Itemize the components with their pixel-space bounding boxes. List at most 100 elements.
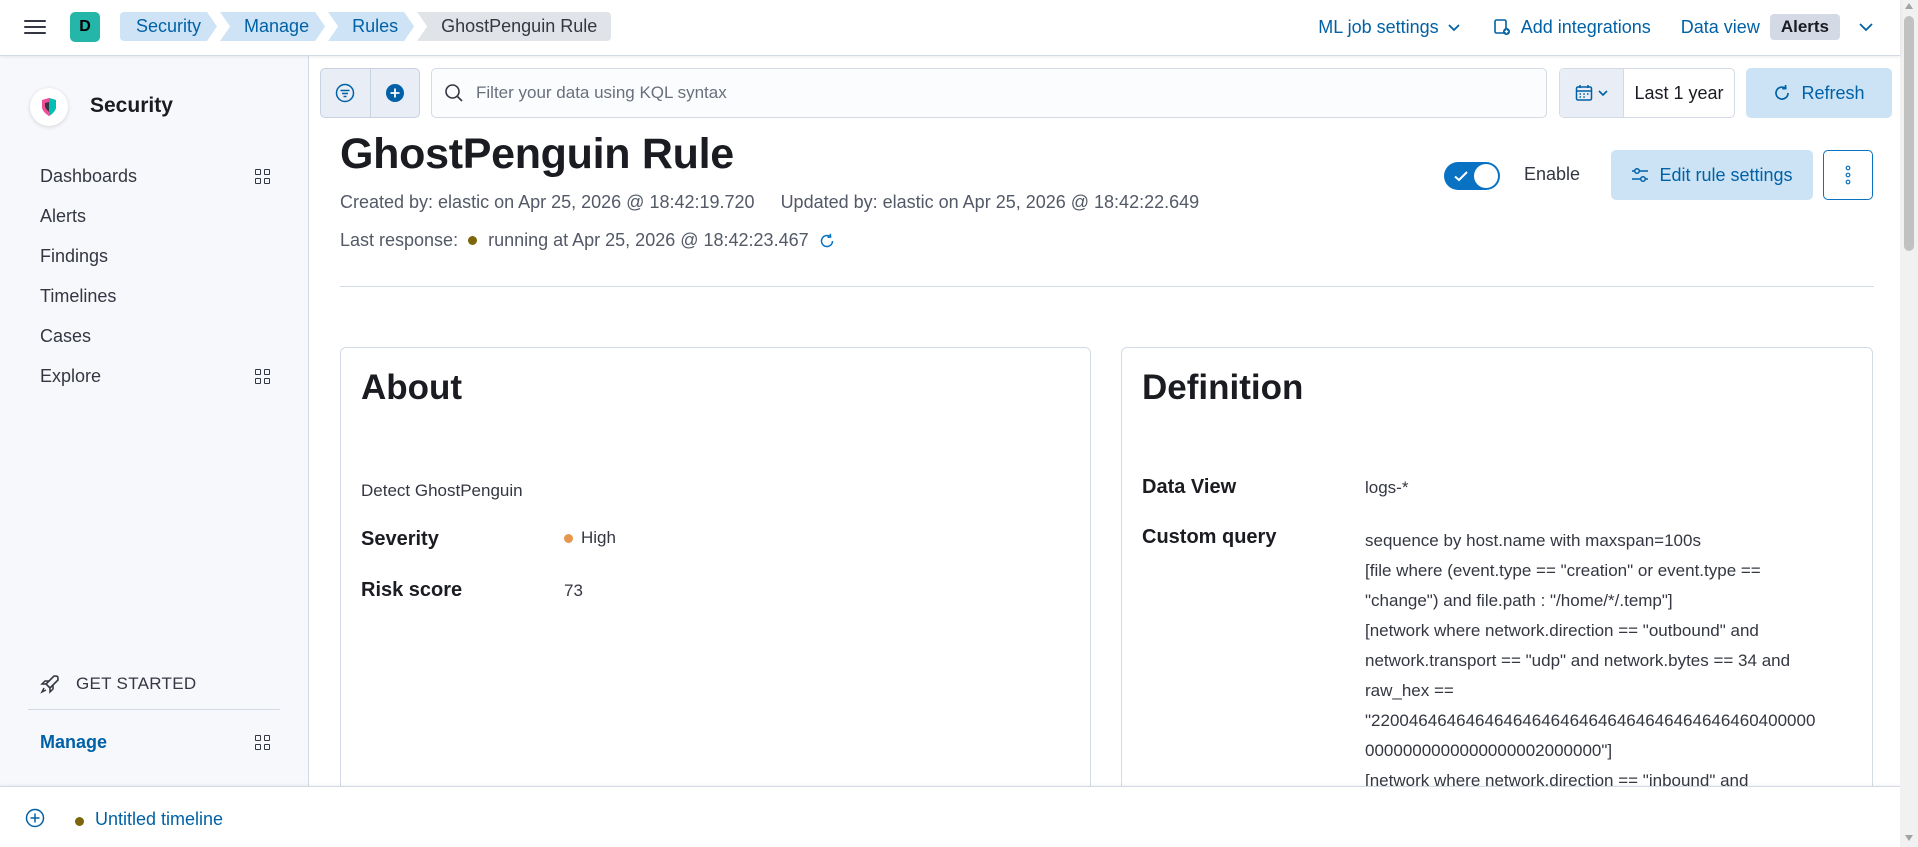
updated-by-text: Updated by: elastic on Apr 25, 2026 @ 18… (780, 192, 1200, 212)
search-placeholder: Filter your data using KQL syntax (476, 83, 727, 102)
grid-icon[interactable] (255, 169, 270, 184)
custom-query-label: Custom query (1142, 526, 1277, 548)
filter-buttons (320, 68, 420, 118)
kql-search-input[interactable]: Filter your data using KQL syntax (431, 68, 1547, 118)
sidebar-item-label: Dashboards (40, 166, 138, 186)
sidebar-item-timelines[interactable]: Timelines (40, 286, 270, 307)
scrollbar-thumb[interactable] (1904, 16, 1914, 251)
date-range-label[interactable]: Last 1 year (1624, 83, 1734, 104)
breadcrumb-manage[interactable]: Manage (220, 12, 325, 41)
sidebar-item-alerts[interactable]: Alerts (40, 206, 270, 227)
last-response-value: running at Apr 25, 2026 @ 18:42:23.467 (488, 230, 809, 250)
add-filter-button[interactable] (371, 69, 420, 117)
data-view-value: logs-* (1365, 478, 1409, 497)
breadcrumb: Security Manage Rules GhostPenguin Rule (120, 12, 614, 41)
severity-text: High (581, 528, 616, 547)
sidebar-item-label: Alerts (40, 206, 87, 226)
query-bar: Filter your data using KQL syntax Last 1… (309, 56, 1900, 126)
query-line: sequence by host.name with maxspan=100s (1365, 531, 1701, 550)
top-header: D Security Manage Rules GhostPenguin Rul… (0, 0, 1900, 56)
chevron-down-icon[interactable] (1858, 20, 1874, 34)
severity-label: Severity (361, 528, 439, 550)
sidebar-item-dashboards[interactable]: Dashboards (40, 166, 270, 187)
sidebar-item-findings[interactable]: Findings (40, 246, 270, 267)
scroll-down-arrow-icon[interactable] (1905, 835, 1913, 841)
sidebar-item-manage[interactable]: Manage (40, 732, 270, 753)
edit-rule-settings-button[interactable]: Edit rule settings (1611, 150, 1813, 200)
last-response-label: Last response: (340, 230, 459, 250)
security-logo-icon (30, 88, 68, 126)
query-line: 0000000000000000002000000"] (1365, 741, 1613, 760)
scroll-up-arrow-icon[interactable] (1905, 3, 1913, 9)
controls-icon (1632, 167, 1649, 183)
chevron-down-icon (1448, 24, 1460, 32)
integrations-icon (1493, 19, 1510, 35)
menu-icon[interactable] (24, 16, 46, 38)
data-view-label: Data View (1142, 476, 1237, 498)
last-response: Last response: running at Apr 25, 2026 @… (340, 230, 835, 251)
severity-dot-icon (564, 533, 573, 543)
enable-rule-toggle[interactable] (1444, 162, 1500, 190)
search-icon (445, 84, 463, 102)
data-view-selector[interactable]: Alerts (1769, 14, 1840, 40)
sidebar-item-label: Explore (40, 366, 102, 386)
rule-meta: Created by: elastic on Apr 25, 2026 @ 18… (340, 192, 1199, 213)
query-line: [network where network.direction == "out… (1365, 621, 1759, 640)
refresh-label: Refresh (1801, 82, 1865, 103)
refresh-icon[interactable] (819, 233, 835, 249)
add-integrations-label: Add integrations (1520, 16, 1651, 37)
page-title: GhostPenguin Rule (340, 130, 734, 178)
query-line: "change") and file.path : "/home/*/.temp… (1365, 591, 1673, 610)
rule-description: Detect GhostPenguin (361, 481, 523, 500)
add-timeline-icon[interactable] (25, 808, 45, 828)
page-scrollbar[interactable] (1900, 0, 1918, 847)
query-line: network.transport == "udp" and network.b… (1365, 651, 1791, 670)
sidebar-item-label: Cases (40, 326, 92, 346)
query-line: "220046464646464646464646464646464646464… (1365, 711, 1816, 730)
risk-score-value: 73 (564, 581, 583, 600)
space-avatar[interactable]: D (70, 12, 100, 42)
sidebar-item-cases[interactable]: Cases (40, 326, 270, 347)
sidebar-divider (28, 709, 280, 710)
timeline-bar: Untitled timeline (0, 786, 1900, 847)
add-integrations-link[interactable]: Add integrations (1493, 17, 1651, 38)
ml-job-settings-button[interactable]: ML job settings (1318, 17, 1460, 38)
custom-query-value: sequence by host.name with maxspan=100s … (1365, 526, 1855, 796)
ml-job-settings-label: ML job settings (1318, 16, 1439, 37)
get-started-link[interactable]: GET STARTED (40, 674, 196, 694)
check-icon (1454, 171, 1468, 182)
refresh-icon (1775, 84, 1790, 100)
grid-icon[interactable] (255, 735, 270, 750)
refresh-button[interactable]: Refresh (1746, 68, 1892, 118)
more-actions-button[interactable] (1823, 150, 1873, 200)
filter-icon (336, 83, 355, 103)
edit-rule-settings-label: Edit rule settings (1659, 164, 1793, 185)
more-vertical-icon (1845, 165, 1851, 185)
grid-icon[interactable] (255, 369, 270, 384)
enable-label: Enable (1524, 164, 1581, 184)
filter-menu-button[interactable] (321, 69, 371, 117)
date-picker[interactable]: Last 1 year (1559, 68, 1735, 118)
get-started-label: GET STARTED (76, 674, 197, 693)
breadcrumb-current-rule: GhostPenguin Rule (417, 12, 612, 41)
about-title: About (361, 368, 463, 407)
quick-select-button[interactable] (1560, 69, 1624, 117)
sidebar-item-label: Findings (40, 246, 109, 266)
sidebar-title: Security (90, 94, 173, 117)
query-line: raw_hex == (1365, 681, 1454, 700)
definition-panel: Definition Data View logs-* Custom query… (1121, 347, 1873, 807)
sidebar-item-explore[interactable]: Explore (40, 366, 270, 387)
about-panel: About Detect GhostPenguin Severity High … (340, 347, 1091, 807)
breadcrumb-rules[interactable]: Rules (328, 12, 414, 41)
breadcrumb-security[interactable]: Security (120, 12, 217, 41)
chevron-down-icon (1597, 90, 1608, 97)
sidebar: Security Dashboards Alerts Findings Time… (0, 56, 309, 786)
query-line: [file where (event.type == "creation" or… (1365, 561, 1761, 580)
status-dot-icon (468, 236, 478, 245)
timeline-link[interactable]: Untitled timeline (95, 809, 223, 830)
timeline-status-dot-icon (75, 817, 84, 826)
severity-value: High (564, 528, 616, 548)
risk-score-label: Risk score (361, 579, 463, 601)
sidebar-item-label: Manage (40, 732, 108, 752)
definition-title: Definition (1142, 368, 1304, 407)
